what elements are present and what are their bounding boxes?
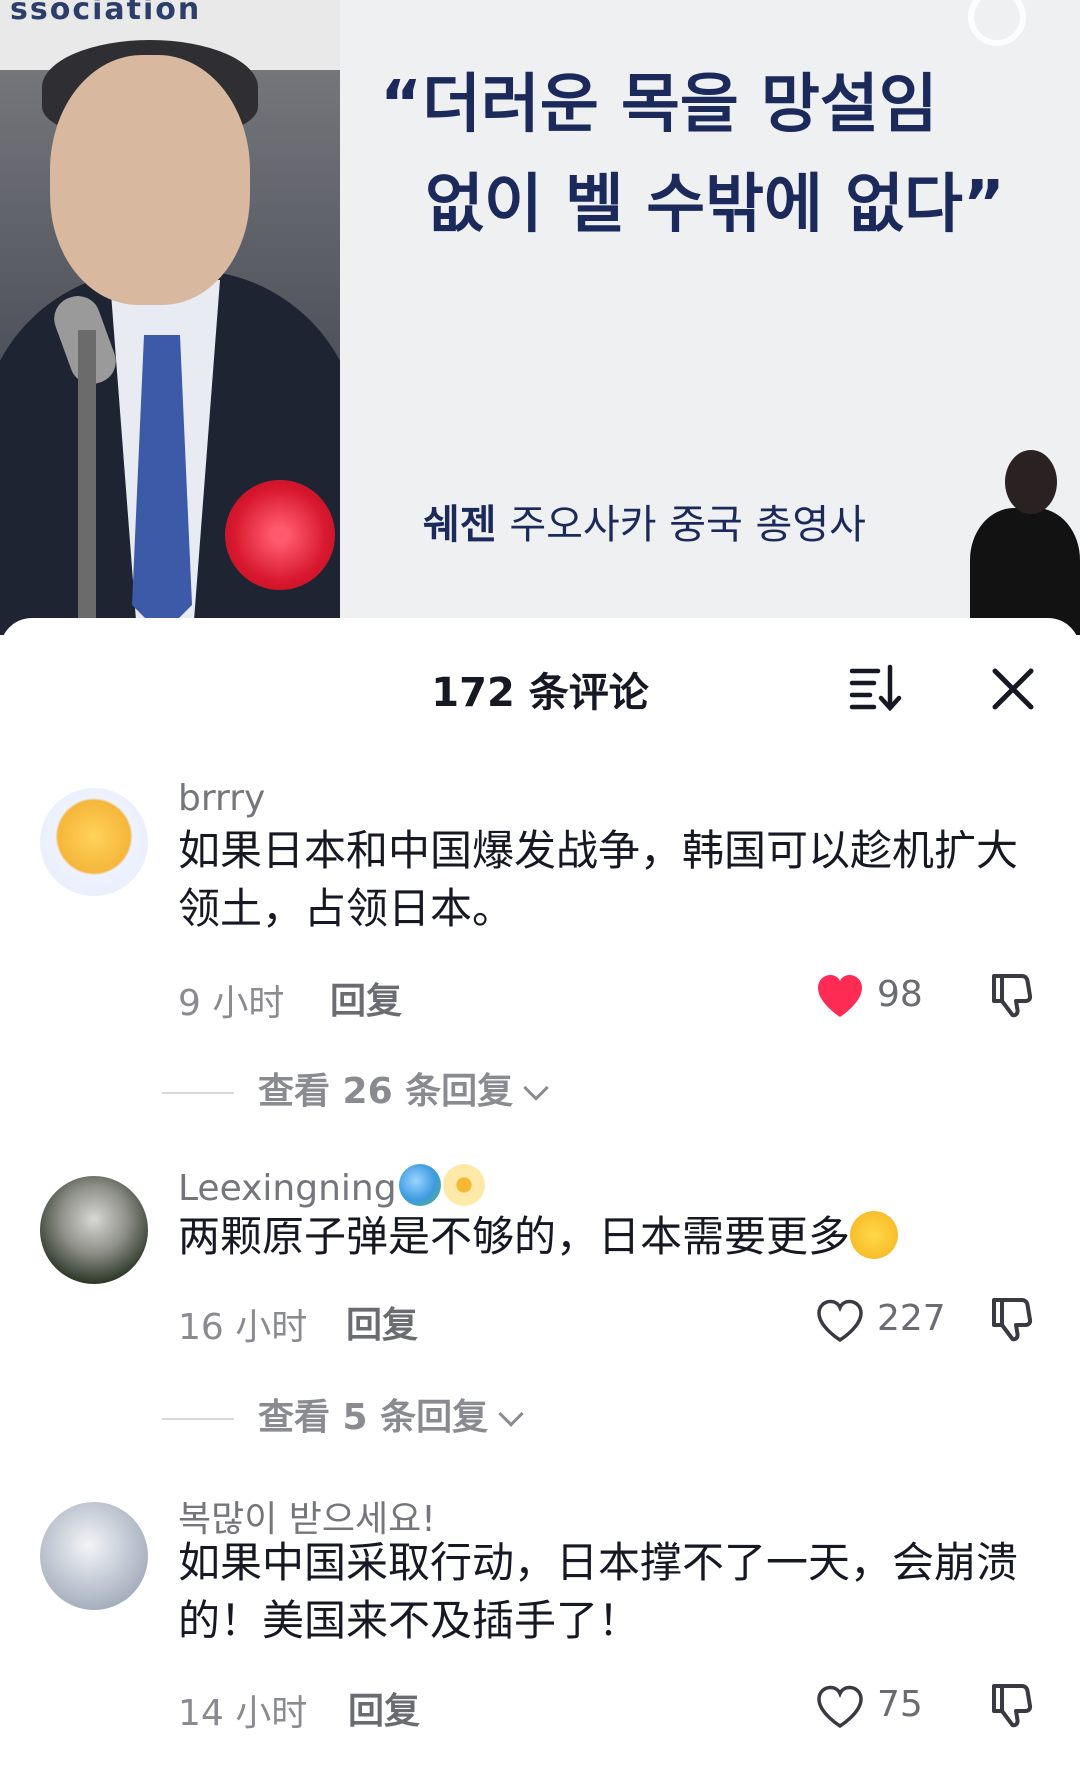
chevron-down-icon <box>523 1075 549 1101</box>
like-count: 98 <box>877 974 923 1015</box>
reply-button[interactable]: 回复 <box>330 972 402 1024</box>
like-count: 227 <box>877 1298 946 1339</box>
relieved-face-emoji-icon <box>850 1211 899 1259</box>
heart-outline-icon[interactable] <box>815 1684 865 1730</box>
search-icon[interactable] <box>968 0 1026 46</box>
view-replies-button[interactable]: 查看 26 条回复 <box>162 1062 549 1114</box>
speaker-photo: ssociation <box>0 0 340 635</box>
heart-outline-icon[interactable] <box>815 1298 865 1344</box>
speaker-caption: 쉐젠 주오사카 중국 총영사 <box>423 492 866 550</box>
comment-time: 16 小时 <box>178 1307 308 1348</box>
speaker-title: 주오사카 중국 총영사 <box>509 502 866 548</box>
heart-icon[interactable] <box>815 973 865 1019</box>
comment-text: 如果日本和中国爆发战争，韩国可以趁机扩大领土，占领日本。 <box>178 826 1019 933</box>
globe-emoji-icon <box>398 1164 441 1206</box>
view-replies-label: 查看 26 条回复 <box>258 1071 514 1112</box>
video-quote: “더러운 목을 망설임 없이 벨 수밖에 없다” <box>380 55 1030 255</box>
comment-time: 9 小时 <box>178 983 285 1024</box>
close-icon[interactable] <box>990 666 1036 712</box>
avatar[interactable] <box>40 1176 148 1284</box>
chevron-down-icon <box>498 1401 524 1427</box>
daisy-emoji-icon <box>442 1164 485 1206</box>
avatar[interactable] <box>40 788 148 896</box>
dislike-icon[interactable] <box>988 1680 1038 1730</box>
comments-count-title: 172 条评论 <box>431 670 649 716</box>
comment-text: 两颗原子弹是不够的，日本需要更多 <box>178 1208 1048 1266</box>
banner-text: ssociation <box>10 0 202 27</box>
quote-line-2: 없이 벨 수밖에 없다” <box>425 168 1005 242</box>
view-replies-label: 查看 5 条回复 <box>258 1397 489 1438</box>
dislike-icon[interactable] <box>988 970 1038 1020</box>
reply-button[interactable]: 回复 <box>346 1296 418 1348</box>
sort-icon[interactable] <box>848 663 904 713</box>
dislike-icon[interactable] <box>988 1294 1038 1344</box>
comment-username[interactable]: brrry <box>178 778 265 819</box>
corsage-flower <box>225 480 335 590</box>
comment-text: 如果中国采取行动，日本撑不了一天，会崩溃的！美国来不及插手了！ <box>178 1538 1019 1645</box>
speaker-name: 쉐젠 <box>423 502 497 548</box>
comment-username[interactable]: Leexingning <box>178 1164 485 1209</box>
like-count: 75 <box>877 1684 923 1725</box>
avatar[interactable] <box>40 1502 148 1610</box>
sign-language-interpreter <box>970 450 1080 635</box>
quote-line-1: “더러운 목을 망설임 <box>380 68 938 142</box>
comments-sheet: 172 条评论 brrry 如果日本和中国爆发战争，韩国可以趁机扩大领土，占领日… <box>0 618 1080 1775</box>
reply-button[interactable]: 回复 <box>348 1682 420 1734</box>
view-replies-button[interactable]: 查看 5 条回复 <box>162 1388 524 1440</box>
video-player[interactable]: ssociation “더러운 목을 망설임 없이 벨 수밖에 없다” 쉐젠 주… <box>0 0 1080 635</box>
comment-time: 14 小时 <box>178 1693 308 1734</box>
